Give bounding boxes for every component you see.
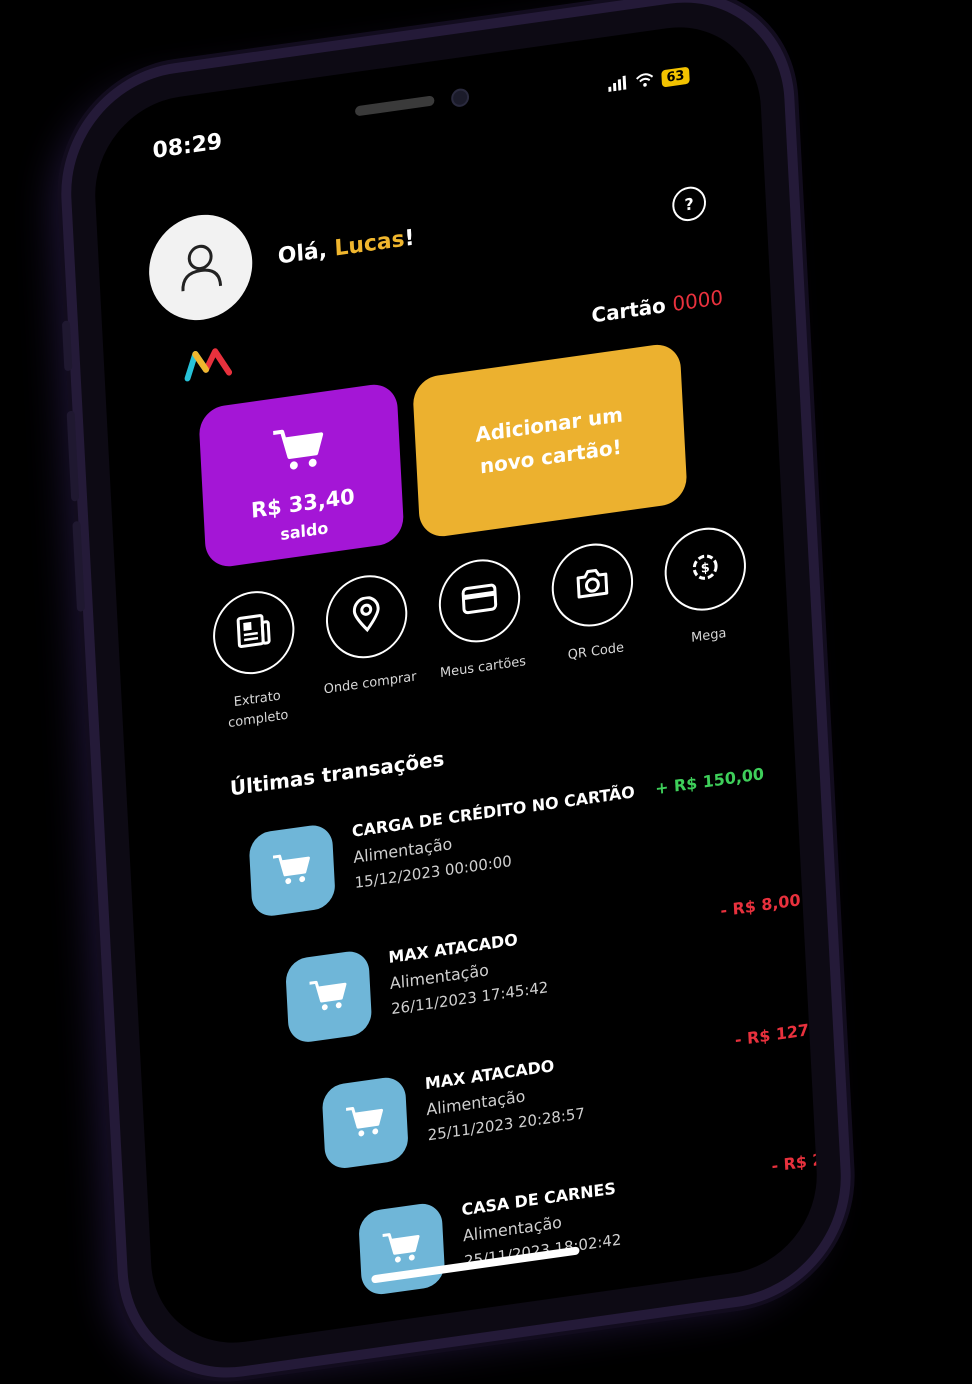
transactions-list: CARGA DE CRÉDITO NO CARTÃO Alimentação 1… bbox=[91, 16, 821, 1297]
transaction-title: MAX ATACADO bbox=[387, 929, 519, 968]
cart-icon bbox=[271, 422, 327, 480]
cart-icon bbox=[308, 975, 350, 1019]
shortcut-qr-code[interactable]: QR Code bbox=[543, 537, 644, 669]
user-name: Lucas bbox=[333, 226, 406, 262]
transaction-title: MAX ATACADO bbox=[424, 1056, 555, 1094]
status-indicators: 63 bbox=[608, 66, 690, 96]
cart-icon bbox=[381, 1227, 423, 1271]
cart-icon bbox=[271, 849, 313, 893]
shortcut-label: QR Code bbox=[567, 640, 625, 664]
avatar[interactable] bbox=[146, 208, 255, 327]
side-button-volume-down bbox=[72, 520, 86, 613]
shortcut-circle bbox=[323, 569, 410, 664]
transaction-amount: - R$ 127,73 bbox=[734, 1016, 822, 1050]
transaction-icon-tile bbox=[321, 1074, 410, 1171]
transactions-title: Últimas transações bbox=[229, 746, 445, 801]
greeting-suffix: ! bbox=[403, 225, 416, 252]
greeting: Olá, Lucas! bbox=[277, 225, 415, 269]
balance-tile[interactable]: R$ 33,40 saldo bbox=[198, 381, 405, 570]
wifi-icon bbox=[635, 71, 654, 93]
card-number-label[interactable]: Cartão 0000 bbox=[591, 285, 724, 328]
brand-logo-icon bbox=[183, 344, 233, 387]
greeting-prefix: Olá, bbox=[277, 236, 336, 270]
shortcut-extrato[interactable]: Extrato completo bbox=[204, 585, 306, 737]
front-camera bbox=[450, 87, 470, 108]
shortcut-label: Onde comprar bbox=[323, 669, 417, 698]
shortcut-mega[interactable]: $ Mega bbox=[656, 521, 757, 653]
side-button-mute bbox=[61, 320, 73, 372]
user-icon bbox=[172, 235, 229, 301]
transaction-amount: - R$ 253,00 bbox=[771, 1142, 822, 1176]
shortcut-onde-comprar[interactable]: Onde comprar bbox=[317, 569, 418, 701]
add-card-label: Adicionar um novo cartão! bbox=[474, 402, 624, 479]
shortcut-meus-cartoes[interactable]: Meus cartões bbox=[430, 553, 531, 685]
shortcut-circle bbox=[210, 585, 297, 680]
cart-icon bbox=[344, 1101, 386, 1145]
card-label-text: Cartão bbox=[590, 293, 667, 328]
help-button[interactable]: ? bbox=[671, 184, 707, 224]
badge-icon: $ bbox=[689, 549, 723, 590]
card-number: 0000 bbox=[671, 285, 724, 317]
help-icon: ? bbox=[684, 193, 695, 215]
shortcut-circle bbox=[436, 554, 523, 648]
camera-icon bbox=[574, 565, 611, 604]
transaction-amount: - R$ 8,00 bbox=[720, 890, 801, 921]
speaker-notch bbox=[354, 95, 435, 117]
shortcut-label: Mega bbox=[690, 625, 727, 646]
status-time: 08:29 bbox=[152, 129, 223, 165]
transaction-title: CASA DE CARNES bbox=[461, 1178, 617, 1220]
transaction-icon-tile bbox=[284, 948, 373, 1045]
transaction-amount: + R$ 150,00 bbox=[654, 763, 765, 799]
shortcut-circle bbox=[549, 538, 636, 632]
shortcut-circle: $ bbox=[662, 522, 749, 616]
svg-text:$: $ bbox=[700, 561, 710, 577]
receipt-icon bbox=[235, 611, 273, 654]
add-card-button[interactable]: Adicionar um novo cartão! bbox=[412, 341, 688, 540]
transaction-icon-tile bbox=[357, 1201, 446, 1297]
side-button-volume-up bbox=[66, 410, 80, 502]
credit-card-icon bbox=[461, 582, 498, 619]
transaction-title: CARGA DE CRÉDITO NO CARTÃO bbox=[351, 782, 636, 841]
location-pin-icon bbox=[351, 595, 383, 639]
battery-indicator: 63 bbox=[661, 66, 690, 88]
transaction-icon-tile bbox=[248, 822, 336, 919]
app-screen: 08:29 63 Olá, Lucas! ? Cartão 0000 R$ 33… bbox=[90, 15, 822, 1355]
shortcut-label: Meus cartões bbox=[439, 654, 527, 682]
shortcut-label: Extrato completo bbox=[227, 688, 289, 732]
signal-icon bbox=[608, 74, 629, 96]
phone-device: 08:29 63 Olá, Lucas! ? Cartão 0000 R$ 33… bbox=[61, 0, 847, 1382]
